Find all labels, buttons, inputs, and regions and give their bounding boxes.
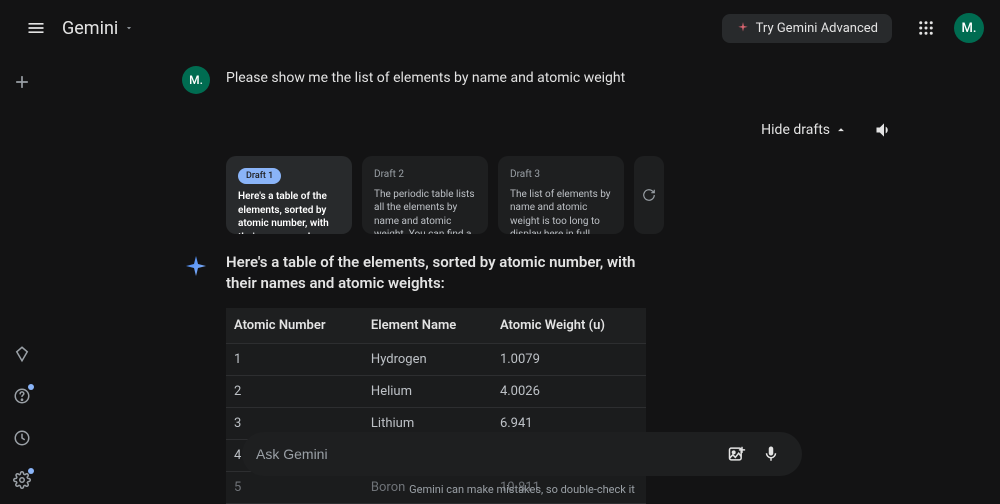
table-cell: Helium [363, 376, 492, 408]
brand-switcher[interactable]: Gemini [62, 18, 134, 39]
apps-grid-icon [917, 19, 935, 37]
new-chat-button[interactable] [4, 64, 40, 100]
user-avatar[interactable]: M. [954, 13, 984, 43]
chevron-up-icon [834, 123, 848, 137]
draft-preview-text: The periodic table lists all the element… [374, 188, 476, 235]
response-heading: Here's a table of the elements, sorted b… [226, 252, 646, 294]
gemini-icon [182, 252, 210, 280]
prompt-input-bar [242, 432, 802, 476]
hide-drafts-toggle[interactable]: Hide drafts [761, 122, 848, 138]
history-icon [13, 429, 31, 447]
draft-preview-text: The list of elements by name and atomic … [510, 188, 612, 235]
upload-image-button[interactable] [720, 437, 754, 471]
help-button[interactable] [4, 378, 40, 414]
plus-icon [12, 72, 32, 92]
user-message-row: M. Please show me the list of elements b… [182, 66, 902, 94]
speaker-icon [874, 120, 894, 140]
try-advanced-label: Try Gemini Advanced [756, 21, 878, 36]
mic-button[interactable] [754, 437, 788, 471]
hide-drafts-label: Hide drafts [761, 122, 830, 138]
user-message-avatar: M. [182, 66, 210, 94]
disclaimer-text: Gemini can make mistakes, so double-chec… [44, 483, 1000, 496]
header: Gemini Try Gemini Advanced M. [0, 0, 1000, 56]
table-cell: 4.0026 [492, 376, 646, 408]
refresh-icon [642, 188, 656, 202]
draft-badge: Draft 1 [238, 168, 281, 184]
hamburger-icon [26, 18, 46, 38]
draft-card-3[interactable]: Draft 3 The list of elements by name and… [498, 156, 624, 234]
table-cell: 1 [226, 344, 363, 376]
sidebar [0, 56, 44, 504]
main-content: M. Please show me the list of elements b… [44, 56, 1000, 504]
settings-button[interactable] [4, 462, 40, 498]
prompt-input[interactable] [256, 446, 720, 462]
user-message-text: Please show me the list of elements by n… [226, 66, 625, 86]
image-plus-icon [727, 444, 747, 464]
draft-card-1[interactable]: Draft 1 Here's a table of the elements, … [226, 156, 352, 234]
table-cell: 1.0079 [492, 344, 646, 376]
draft-cards: Draft 1 Here's a table of the elements, … [226, 156, 902, 234]
avatar-initial: M. [962, 21, 977, 36]
diamond-icon [13, 345, 31, 363]
apps-button[interactable] [906, 8, 946, 48]
sparkle-icon [736, 21, 750, 35]
table-row: 1Hydrogen1.0079 [226, 344, 646, 376]
regenerate-button[interactable] [634, 156, 664, 234]
try-advanced-button[interactable]: Try Gemini Advanced [722, 14, 892, 43]
drafts-bar: Hide drafts [182, 112, 902, 148]
menu-button[interactable] [16, 8, 56, 48]
col-atomic-weight: Atomic Weight (u) [492, 308, 646, 344]
col-element-name: Element Name [363, 308, 492, 344]
table-cell: 2 [226, 376, 363, 408]
read-aloud-button[interactable] [866, 112, 902, 148]
gem-manager-button[interactable] [4, 336, 40, 372]
table-row: 2Helium4.0026 [226, 376, 646, 408]
draft-preview-text: Here's a table of the elements, sorted b… [238, 190, 340, 234]
gear-icon [13, 471, 31, 489]
caret-down-icon [124, 23, 134, 33]
help-icon [13, 387, 31, 405]
draft-label: Draft 2 [374, 168, 476, 182]
activity-button[interactable] [4, 420, 40, 456]
brand-label: Gemini [62, 18, 118, 39]
mic-icon [762, 445, 780, 463]
draft-card-2[interactable]: Draft 2 The periodic table lists all the… [362, 156, 488, 234]
draft-label: Draft 3 [510, 168, 612, 182]
col-atomic-number: Atomic Number [226, 308, 363, 344]
table-cell: Hydrogen [363, 344, 492, 376]
